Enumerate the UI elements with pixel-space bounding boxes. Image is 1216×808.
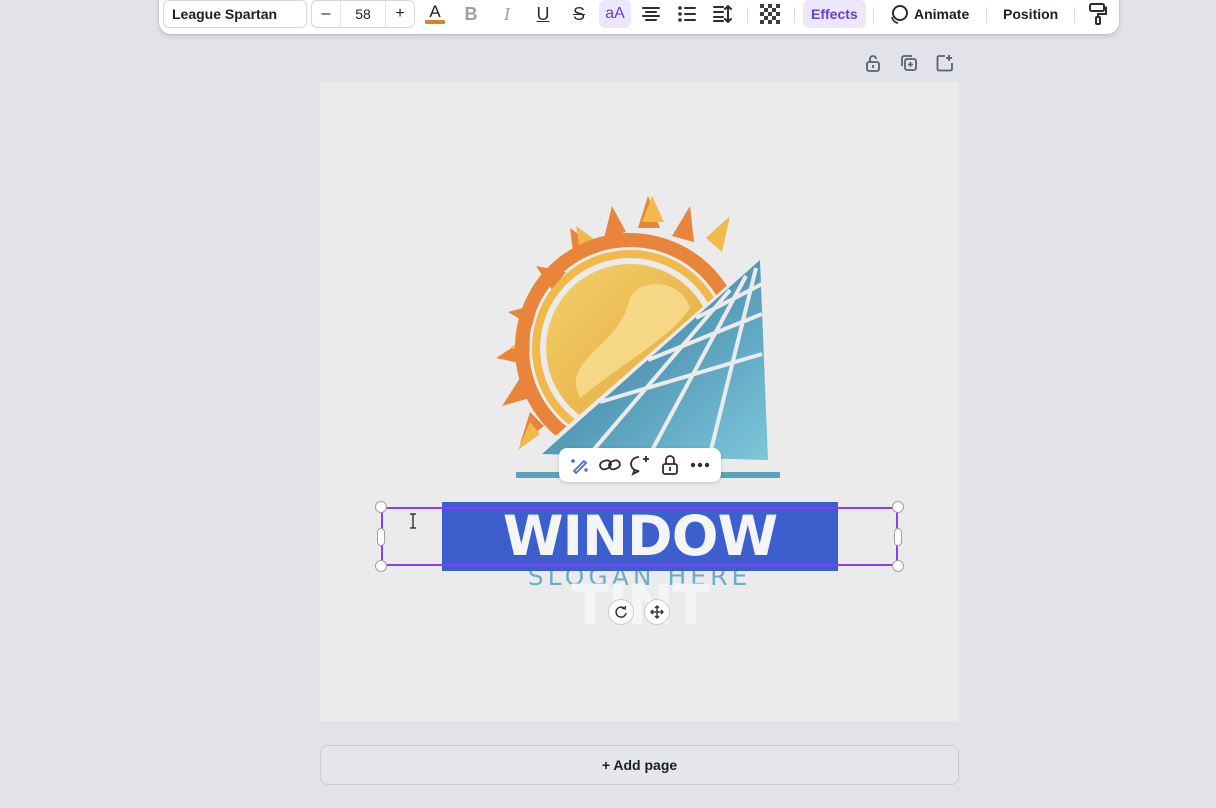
- font-size-stepper: – 58 +: [311, 0, 415, 28]
- bulleted-list-icon: [678, 6, 696, 22]
- underline-icon: U: [536, 3, 550, 24]
- comment-icon: [630, 456, 649, 476]
- add-page-icon: [936, 55, 953, 72]
- strikethrough-button[interactable]: S: [564, 0, 594, 28]
- solar-logo-graphic[interactable]: [480, 188, 800, 488]
- spacing-icon: [713, 5, 732, 23]
- element-context-menu: [559, 448, 721, 482]
- page-actions: [860, 52, 958, 74]
- text-cursor-icon: [410, 513, 416, 529]
- lock-element-button[interactable]: [657, 452, 683, 478]
- move-button[interactable]: [644, 599, 670, 625]
- font-size-increase-button[interactable]: +: [386, 1, 414, 27]
- bold-button[interactable]: B: [456, 0, 486, 28]
- lock-page-button[interactable]: [860, 52, 886, 74]
- letter-case-button[interactable]: aA: [599, 0, 631, 28]
- divider: [1074, 7, 1075, 23]
- spacing-button[interactable]: [708, 0, 738, 28]
- text-selection-frame: [381, 507, 898, 566]
- text-color-letter: A: [429, 2, 441, 21]
- add-page-icon-button[interactable]: [932, 52, 958, 74]
- effects-button[interactable]: Effects: [803, 0, 866, 28]
- animate-label: Animate: [914, 6, 970, 22]
- copy-style-icon: [1089, 3, 1107, 25]
- align-button[interactable]: [636, 0, 666, 28]
- strikethrough-icon: S: [572, 3, 585, 24]
- resize-handle-top-right[interactable]: [892, 501, 904, 513]
- resize-handle-left[interactable]: [377, 528, 385, 546]
- divider: [794, 7, 795, 23]
- move-icon: [650, 605, 664, 619]
- animate-icon: [891, 5, 908, 24]
- align-center-icon: [642, 7, 660, 21]
- lock-icon: [866, 55, 880, 72]
- font-size-input[interactable]: 58: [340, 1, 386, 27]
- rotate-button[interactable]: [608, 599, 634, 625]
- divider: [873, 7, 874, 23]
- add-page-button[interactable]: + Add page: [320, 745, 959, 785]
- transparency-icon: [760, 4, 780, 24]
- italic-button[interactable]: I: [492, 0, 522, 28]
- lock-icon: [662, 455, 678, 475]
- comment-button[interactable]: [627, 452, 653, 478]
- bold-icon: B: [464, 3, 478, 24]
- magic-edit-button[interactable]: [567, 452, 593, 478]
- copy-style-button[interactable]: [1083, 0, 1113, 28]
- design-canvas[interactable]: SLOGAN HERE WINDOW TINT: [320, 82, 959, 721]
- rotate-icon: [615, 605, 627, 618]
- list-button[interactable]: [672, 0, 702, 28]
- duplicate-page-button[interactable]: [896, 52, 922, 74]
- font-size-decrease-button[interactable]: –: [312, 1, 340, 27]
- text-color-icon: A: [425, 2, 445, 24]
- italic-icon: I: [504, 3, 510, 24]
- more-options-button[interactable]: [687, 452, 713, 478]
- resize-handle-bottom-left[interactable]: [375, 560, 387, 572]
- animate-button[interactable]: Animate: [881, 0, 977, 28]
- font-family-dropdown[interactable]: League Spartan: [163, 0, 307, 28]
- position-button[interactable]: Position: [995, 0, 1066, 28]
- divider: [986, 7, 987, 23]
- resize-handle-top-left[interactable]: [375, 501, 387, 513]
- underline-button[interactable]: U: [528, 0, 558, 28]
- magic-edit-icon: [571, 459, 588, 475]
- duplicate-page-icon: [901, 55, 917, 71]
- transparency-button[interactable]: [755, 0, 785, 28]
- more-icon: [690, 462, 710, 468]
- text-toolbar: League Spartan – 58 + A B I U S aA Effec…: [159, 0, 1119, 34]
- resize-handle-right[interactable]: [894, 528, 902, 546]
- link-button[interactable]: [597, 452, 623, 478]
- link-icon: [599, 459, 621, 471]
- resize-handle-bottom-right[interactable]: [892, 560, 904, 572]
- divider: [747, 7, 748, 23]
- text-color-button[interactable]: A: [420, 0, 450, 28]
- letter-case-icon: aA: [605, 5, 625, 22]
